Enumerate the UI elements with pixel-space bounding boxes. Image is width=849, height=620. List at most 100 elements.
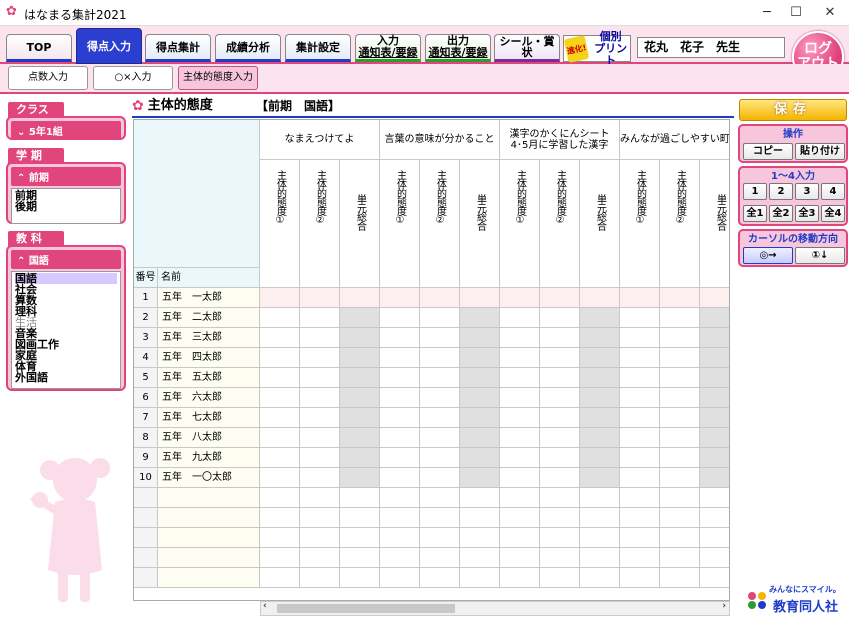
input-2-button[interactable]: 2 [769, 183, 793, 200]
input-1-button[interactable]: 1 [743, 183, 767, 200]
score-cell[interactable] [260, 388, 300, 408]
score-cell[interactable] [500, 388, 540, 408]
tab-input-report[interactable]: 入力 通知表/要録 [355, 34, 421, 62]
score-cell[interactable] [380, 388, 420, 408]
score-cell[interactable] [700, 448, 729, 468]
score-cell[interactable] [460, 368, 500, 388]
save-button[interactable]: 保存 [739, 99, 847, 121]
score-cell[interactable] [420, 308, 460, 328]
score-cell[interactable] [340, 408, 380, 428]
score-cell[interactable] [500, 428, 540, 448]
copy-button[interactable]: コピー [743, 143, 793, 160]
all-2-button[interactable]: 全2 [769, 205, 793, 222]
score-cell[interactable] [340, 428, 380, 448]
score-cell[interactable] [340, 388, 380, 408]
scroll-left-icon[interactable]: ‹ [263, 601, 267, 611]
score-cell[interactable] [660, 368, 700, 388]
score-cell[interactable] [340, 308, 380, 328]
score-cell[interactable] [540, 468, 580, 488]
score-cell[interactable] [540, 348, 580, 368]
score-cell[interactable] [420, 408, 460, 428]
score-cell[interactable] [460, 428, 500, 448]
score-cell[interactable] [580, 288, 620, 308]
score-cell[interactable] [660, 468, 700, 488]
score-cell[interactable] [460, 388, 500, 408]
score-cell[interactable] [660, 388, 700, 408]
score-cell[interactable] [340, 468, 380, 488]
score-cell[interactable] [380, 428, 420, 448]
score-cell[interactable] [460, 468, 500, 488]
score-cell[interactable] [700, 408, 729, 428]
score-cell[interactable] [540, 408, 580, 428]
score-cell[interactable] [460, 348, 500, 368]
subtab-attitude-entry[interactable]: 主体的態度入力 [178, 66, 258, 90]
score-cell[interactable] [260, 368, 300, 388]
score-cell[interactable] [500, 408, 540, 428]
score-cell[interactable] [460, 308, 500, 328]
score-cell[interactable] [260, 328, 300, 348]
score-cell[interactable] [300, 448, 340, 468]
tab-individual-print[interactable]: 進化! 個別 プリント [563, 30, 631, 66]
score-cell[interactable] [620, 328, 660, 348]
score-cell[interactable] [260, 468, 300, 488]
all-4-button[interactable]: 全4 [821, 205, 845, 222]
score-cell[interactable] [700, 368, 729, 388]
score-cell[interactable] [700, 308, 729, 328]
score-cell[interactable] [380, 328, 420, 348]
tab-score-input[interactable]: 得点入力 [76, 28, 142, 64]
score-cell[interactable] [380, 408, 420, 428]
score-cell[interactable] [380, 448, 420, 468]
score-cell[interactable] [620, 368, 660, 388]
score-cell[interactable] [260, 308, 300, 328]
score-cell[interactable] [300, 368, 340, 388]
score-cell[interactable] [580, 308, 620, 328]
score-cell[interactable] [620, 428, 660, 448]
score-cell[interactable] [460, 408, 500, 428]
score-cell[interactable] [300, 328, 340, 348]
score-cell[interactable] [540, 448, 580, 468]
tab-output-report[interactable]: 出力 通知表/要録 [425, 34, 491, 62]
score-cell[interactable] [660, 448, 700, 468]
score-cell[interactable] [580, 448, 620, 468]
score-cell[interactable] [260, 428, 300, 448]
score-cell[interactable] [380, 368, 420, 388]
score-cell[interactable] [700, 348, 729, 368]
score-cell[interactable] [420, 388, 460, 408]
score-cell[interactable] [380, 288, 420, 308]
score-cell[interactable] [660, 408, 700, 428]
score-cell[interactable] [620, 388, 660, 408]
tab-total-settings[interactable]: 集計設定 [285, 34, 351, 62]
score-cell[interactable] [300, 468, 340, 488]
score-cell[interactable] [460, 328, 500, 348]
score-cell[interactable] [700, 428, 729, 448]
subtab-ox-entry[interactable]: ○×入力 [93, 66, 173, 90]
score-cell[interactable] [700, 328, 729, 348]
tab-grade-analysis[interactable]: 成績分析 [215, 34, 281, 62]
score-cell[interactable] [540, 328, 580, 348]
score-cell[interactable] [340, 288, 380, 308]
score-cell[interactable] [540, 388, 580, 408]
score-cell[interactable] [340, 328, 380, 348]
term-item[interactable]: 後期 [15, 201, 117, 212]
score-cell[interactable] [580, 348, 620, 368]
score-cell[interactable] [420, 428, 460, 448]
score-cell[interactable] [540, 368, 580, 388]
term-selector[interactable]: ⌃ 前期 [11, 167, 121, 186]
score-cell[interactable] [500, 308, 540, 328]
maximize-button[interactable]: ☐ [781, 2, 811, 24]
score-cell[interactable] [380, 308, 420, 328]
score-cell[interactable] [340, 368, 380, 388]
tab-score-total[interactable]: 得点集計 [145, 34, 211, 62]
paste-button[interactable]: 貼り付け [795, 143, 845, 160]
score-cell[interactable] [660, 348, 700, 368]
horizontal-scrollbar[interactable]: ‹ › [260, 601, 730, 616]
score-cell[interactable] [420, 328, 460, 348]
score-cell[interactable] [540, 428, 580, 448]
score-cell[interactable] [300, 388, 340, 408]
score-cell[interactable] [660, 308, 700, 328]
score-cell[interactable] [340, 448, 380, 468]
score-cell[interactable] [500, 288, 540, 308]
subject-selector[interactable]: ⌃ 国語 [11, 250, 121, 269]
score-cell[interactable] [300, 288, 340, 308]
score-cell[interactable] [500, 328, 540, 348]
